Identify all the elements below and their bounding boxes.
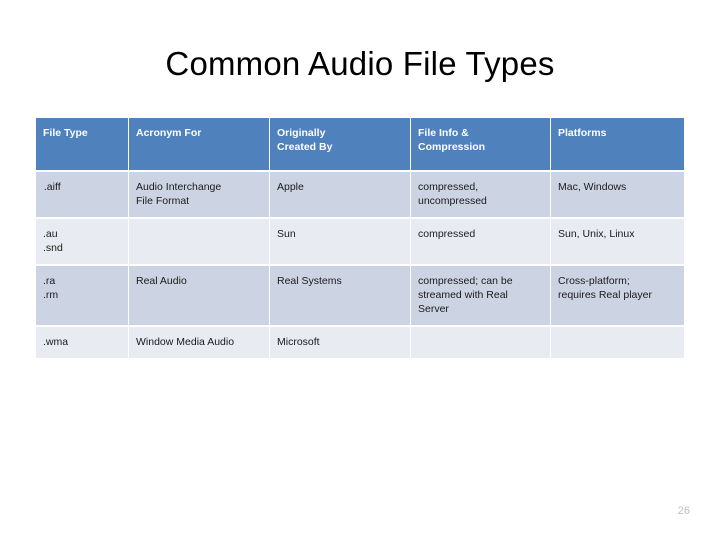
column-header-line: Originally	[277, 127, 326, 139]
table-cell-r3-c3	[411, 327, 551, 358]
column-header-line: File Type	[43, 127, 88, 139]
cell-empty	[418, 335, 543, 349]
page-title: Common Audio File Types	[165, 45, 555, 82]
cell-line: compressed	[418, 228, 476, 240]
cell-line: Window Media Audio	[136, 336, 235, 348]
cell-line: uncompressed	[418, 195, 487, 207]
table-cell-r3-c2: Microsoft	[270, 327, 411, 358]
table-cell-r2-c0: .ra .rm	[36, 266, 129, 327]
table-cell-r0-c2: Apple	[270, 172, 411, 219]
column-header-4: Platforms	[551, 118, 684, 172]
column-header-line: Acronym For	[136, 127, 202, 139]
cell-line: Real Systems	[277, 275, 342, 287]
cell-line: streamed with Real	[418, 289, 508, 301]
cell-line: Audio Interchange	[136, 181, 222, 193]
cell-line: .aiff	[43, 181, 61, 193]
column-header-line: Compression	[418, 141, 486, 153]
table-header-row: File Type Acronym For Originally Created By…	[36, 118, 684, 172]
table-row: .ra .rm Real Audio Real Systems compressed; …	[36, 266, 684, 327]
column-header-line: Created By	[277, 141, 333, 153]
table-cell-r0-c1: Audio Interchange File Format	[129, 172, 270, 219]
cell-line: Mac, Windows	[558, 181, 627, 193]
table-cell-r2-c2: Real Systems	[270, 266, 411, 327]
table-body: .aiff Audio Interchange File Format Apple co…	[36, 172, 684, 358]
cell-line: Microsoft	[277, 336, 320, 348]
cell-empty	[136, 227, 262, 241]
table-cell-r0-c0: .aiff	[36, 172, 129, 219]
table-cell-r3-c1: Window Media Audio	[129, 327, 270, 358]
table-cell-r2-c4: Cross-platform; requires Real player	[551, 266, 684, 327]
table-cell-r0-c3: compressed, uncompressed	[411, 172, 551, 219]
table-cell-r0-c4: Mac, Windows	[551, 172, 684, 219]
cell-line: Server	[418, 303, 449, 315]
cell-line: File Format	[136, 195, 190, 207]
cell-line: .wma	[43, 336, 69, 348]
table-cell-r1-c4: Sun, Unix, Linux	[551, 219, 684, 266]
cell-line: Sun	[277, 228, 296, 240]
cell-line: .au	[43, 228, 58, 240]
page-number: 26	[677, 505, 690, 517]
audio-file-types-table: File Type Acronym For Originally Created By…	[36, 118, 684, 358]
cell-line: Real Audio	[136, 275, 187, 287]
table-cell-r2-c1: Real Audio	[129, 266, 270, 327]
cell-line: compressed; can be	[418, 275, 513, 287]
table-cell-r3-c4	[551, 327, 684, 358]
column-header-3: File Info & Compression	[411, 118, 551, 172]
table-header: File Type Acronym For Originally Created By…	[36, 118, 684, 172]
column-header-line: File Info &	[418, 127, 469, 139]
column-header-0: File Type	[36, 118, 129, 172]
cell-line: Sun, Unix, Linux	[558, 228, 635, 240]
cell-line: requires Real player	[558, 289, 652, 301]
table-cell-r1-c2: Sun	[270, 219, 411, 266]
cell-empty	[558, 335, 677, 349]
table-cell-r3-c0: .wma	[36, 327, 129, 358]
cell-line: compressed,	[418, 181, 479, 193]
cell-line: Apple	[277, 181, 304, 193]
table-row: .aiff Audio Interchange File Format Apple co…	[36, 172, 684, 219]
cell-line: .rm	[43, 289, 59, 301]
table: File Type Acronym For Originally Created By…	[36, 118, 684, 358]
column-header-2: Originally Created By	[270, 118, 411, 172]
column-header-line: Platforms	[558, 127, 607, 139]
cell-line: .snd	[43, 242, 63, 254]
table-cell-r1-c0: .au .snd	[36, 219, 129, 266]
table-cell-r1-c1	[129, 219, 270, 266]
cell-line: Cross-platform;	[558, 275, 630, 287]
table-cell-r2-c3: compressed; can be streamed with Real Serv…	[411, 266, 551, 327]
column-header-1: Acronym For	[129, 118, 270, 172]
table-row: .wma Window Media Audio Microsoft	[36, 327, 684, 358]
cell-line: .ra	[43, 275, 56, 287]
table-row: .au .snd Sun compressed Sun, Unix, Linux	[36, 219, 684, 266]
table-cell-r1-c3: compressed	[411, 219, 551, 266]
